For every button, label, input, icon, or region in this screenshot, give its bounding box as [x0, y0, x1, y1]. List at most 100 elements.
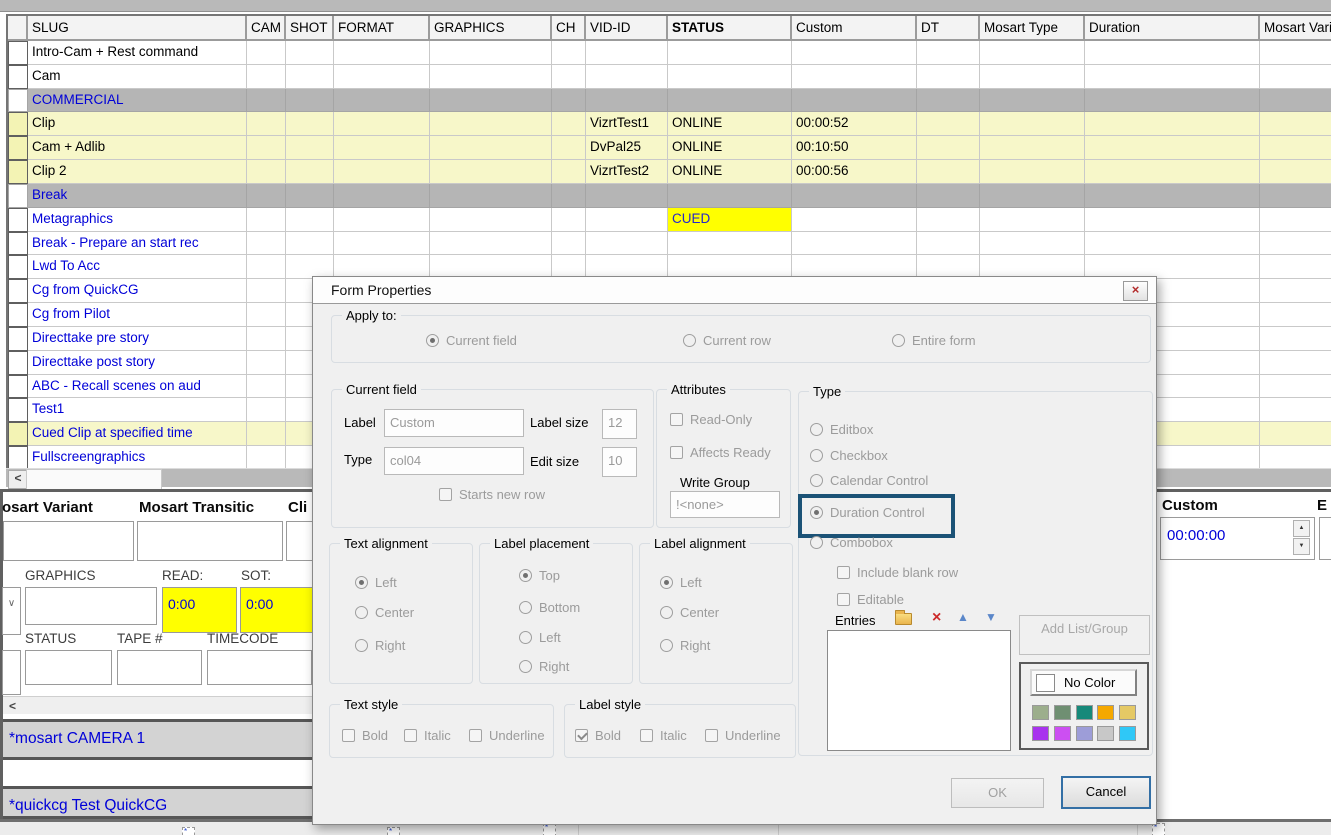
color-swatch[interactable]: [1076, 705, 1093, 720]
column-header-slug[interactable]: SLUG: [28, 16, 247, 41]
color-swatch[interactable]: [1097, 705, 1114, 720]
table-row[interactable]: MetagraphicsCUED: [8, 208, 1331, 232]
color-swatch[interactable]: [1054, 726, 1071, 741]
type-input[interactable]: col04: [384, 447, 524, 475]
cancel-button[interactable]: Cancel: [1061, 776, 1151, 809]
column-header-dt[interactable]: DT: [917, 16, 980, 41]
label-size-input[interactable]: 12: [602, 409, 637, 439]
new-folder-icon[interactable]: [895, 613, 912, 625]
row-selector[interactable]: [8, 41, 28, 65]
checkbox-option-underline[interactable]: Underline: [705, 728, 781, 743]
add-list-group-button[interactable]: Add List/Group: [1019, 615, 1150, 655]
radio-option-current-field[interactable]: Current field: [426, 333, 517, 348]
row-selector[interactable]: [8, 446, 28, 468]
column-header-duration[interactable]: Duration: [1085, 16, 1260, 41]
checkbox-italic[interactable]: [404, 729, 417, 742]
tape-field[interactable]: [117, 650, 202, 685]
dialog-titlebar[interactable]: Form Properties ×: [313, 277, 1156, 304]
write-group-input[interactable]: !<none>: [670, 491, 780, 518]
entries-listbox[interactable]: [827, 630, 1011, 751]
table-row[interactable]: Clip 2VizrtTest2ONLINE00:00:56: [8, 160, 1331, 184]
custom-duration-field[interactable]: 00:00:00 ▲ ▼: [1160, 517, 1315, 560]
move-up-icon[interactable]: ▲: [957, 611, 969, 624]
status-stub-field[interactable]: [2, 650, 21, 695]
radio-center[interactable]: [355, 606, 368, 619]
radio-duration-control[interactable]: [810, 506, 823, 519]
column-header-mosart-type[interactable]: Mosart Type: [980, 16, 1085, 41]
radio-option-calendar-control[interactable]: Calendar Control: [810, 473, 928, 488]
row-selector[interactable]: [8, 375, 28, 399]
radio-option-top[interactable]: Top: [519, 568, 560, 583]
radio-option-duration-control[interactable]: Duration Control: [810, 505, 925, 520]
radio-option-left[interactable]: Left: [519, 630, 561, 645]
combo-chevron-icon[interactable]: ∨: [2, 587, 21, 635]
radio-option-center[interactable]: Center: [355, 605, 414, 620]
color-swatch[interactable]: [1119, 705, 1136, 720]
column-header-selector[interactable]: [8, 16, 28, 41]
color-swatch[interactable]: [1054, 705, 1071, 720]
radio-right[interactable]: [660, 639, 673, 652]
checkbox-option-underline[interactable]: Underline: [469, 728, 545, 743]
checkbox-include-blank-row[interactable]: [837, 566, 850, 579]
radio-right[interactable]: [355, 639, 368, 652]
timecode-field[interactable]: [207, 650, 312, 685]
radio-checkbox[interactable]: [810, 449, 823, 462]
move-down-icon[interactable]: ▼: [985, 611, 997, 624]
checkbox-underline[interactable]: [469, 729, 482, 742]
radio-left[interactable]: [519, 631, 532, 644]
radio-option-right[interactable]: Right: [519, 659, 569, 674]
column-header-format[interactable]: FORMAT: [334, 16, 430, 41]
mosart-variant-field[interactable]: [3, 521, 134, 561]
radio-option-combobox[interactable]: Combobox: [810, 535, 893, 550]
column-header-shot[interactable]: SHOT: [286, 16, 334, 41]
table-row[interactable]: Break: [8, 184, 1331, 208]
radio-option-entire-form[interactable]: Entire form: [892, 333, 976, 348]
column-header-vid-id[interactable]: VID-ID: [586, 16, 668, 41]
status-field[interactable]: [25, 650, 112, 685]
radio-option-checkbox[interactable]: Checkbox: [810, 448, 888, 463]
checkbox-read-only[interactable]: [670, 413, 683, 426]
scrollbar-thumb[interactable]: [26, 469, 162, 490]
radio-option-current-row[interactable]: Current row: [683, 333, 771, 348]
mosart-transition-field[interactable]: [137, 521, 283, 561]
checkbox-italic[interactable]: [640, 729, 653, 742]
graphics-field[interactable]: [25, 587, 157, 625]
sot-field[interactable]: 0:00: [240, 587, 317, 633]
color-swatch[interactable]: [1032, 726, 1049, 741]
table-row[interactable]: Cam: [8, 65, 1331, 89]
radio-option-center[interactable]: Center: [660, 605, 719, 620]
column-header-mosart-vari[interactable]: Mosart Vari: [1260, 16, 1331, 41]
checkbox-option-italic[interactable]: Italic: [404, 728, 451, 743]
radio-current-row[interactable]: [683, 334, 696, 347]
table-row[interactable]: Break - Prepare an start rec: [8, 232, 1331, 256]
row-selector[interactable]: [8, 398, 28, 422]
clip-field[interactable]: [286, 521, 314, 561]
radio-option-right[interactable]: Right: [355, 638, 405, 653]
close-icon[interactable]: ×: [1123, 281, 1148, 301]
spinner-down-icon[interactable]: ▼: [1293, 538, 1310, 555]
radio-option-editbox[interactable]: Editbox: [810, 422, 873, 437]
no-color-button[interactable]: No Color: [1030, 669, 1137, 696]
read-field[interactable]: 0:00: [162, 587, 237, 633]
checkbox-option-read-only[interactable]: Read-Only: [670, 412, 752, 427]
row-selector[interactable]: [8, 160, 28, 184]
row-selector[interactable]: [8, 279, 28, 303]
scroll-left-icon[interactable]: <: [8, 470, 28, 489]
checkbox-affects-ready[interactable]: [670, 446, 683, 459]
checkbox-bold[interactable]: [575, 729, 588, 742]
scroll-left-icon[interactable]: <: [9, 699, 16, 713]
checkbox-option-editable[interactable]: Editable: [837, 592, 904, 607]
radio-right[interactable]: [519, 660, 532, 673]
checkbox-option-include-blank-row[interactable]: Include blank row: [837, 565, 958, 580]
label-input[interactable]: Custom: [384, 409, 524, 437]
color-swatch[interactable]: [1032, 705, 1049, 720]
table-row[interactable]: Cam + AdlibDvPal25ONLINE00:10:50: [8, 136, 1331, 160]
checkbox-option-bold[interactable]: Bold: [342, 728, 388, 743]
radio-combobox[interactable]: [810, 536, 823, 549]
radio-option-left[interactable]: Left: [660, 575, 702, 590]
column-header-cam[interactable]: CAM: [247, 16, 286, 41]
row-selector[interactable]: [8, 184, 28, 208]
spinner-up-icon[interactable]: ▲: [1293, 520, 1310, 537]
row-selector[interactable]: [8, 303, 28, 327]
radio-bottom[interactable]: [519, 601, 532, 614]
